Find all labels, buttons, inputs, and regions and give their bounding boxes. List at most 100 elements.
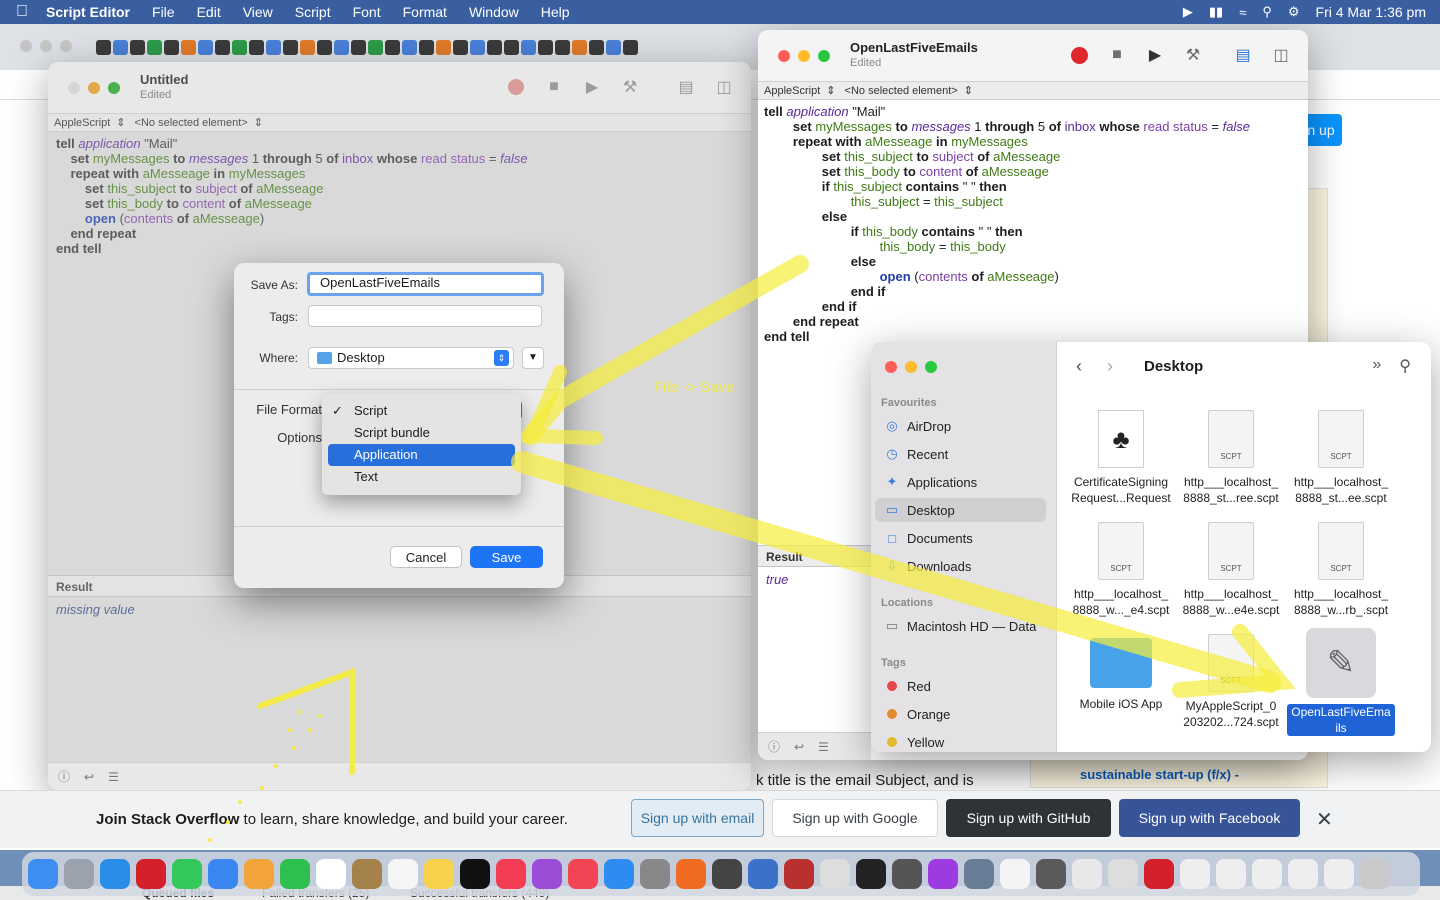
- tab-favicon[interactable]: [419, 39, 434, 55]
- trash-dock-icon[interactable]: [1360, 859, 1390, 889]
- tv-dock-icon[interactable]: [460, 859, 490, 889]
- tab-favicon[interactable]: [538, 39, 553, 55]
- file-item[interactable]: SCPT http___localhost_ 8888_st...ree.scpt: [1177, 410, 1285, 506]
- tab-favicon[interactable]: [385, 39, 400, 55]
- editor-dock-icon[interactable]: [748, 859, 778, 889]
- element-selector[interactable]: <No selected element>: [135, 117, 248, 129]
- tab-favicon[interactable]: [198, 39, 213, 55]
- mail-dock-icon[interactable]: [208, 859, 238, 889]
- zoom-icon[interactable]: [925, 361, 937, 373]
- format-option-script[interactable]: ✓ Script: [328, 400, 515, 422]
- tab-favicon[interactable]: [215, 39, 230, 55]
- format-option-text[interactable]: Text: [328, 466, 515, 488]
- tab-favicon[interactable]: [266, 39, 281, 55]
- safari-dock-icon[interactable]: [100, 859, 130, 889]
- control-center-icon[interactable]: ⚙: [1288, 4, 1300, 20]
- minimize-icon[interactable]: [905, 361, 917, 373]
- close-icon[interactable]: [778, 50, 790, 62]
- screenshot-stack-dock-icon[interactable]: [1216, 859, 1246, 889]
- signup-github-button[interactable]: Sign up with GitHub: [946, 799, 1111, 837]
- save-button[interactable]: Save: [470, 546, 543, 568]
- downloads-stack-dock-icon[interactable]: [1180, 859, 1210, 889]
- compile-icon[interactable]: ⚒: [1182, 44, 1204, 66]
- search-icon[interactable]: ⚲: [1262, 4, 1272, 20]
- minimize-icon[interactable]: [798, 50, 810, 62]
- script-editor-text[interactable]: tell application "Mail" set myMessages t…: [758, 100, 1308, 348]
- stop-icon[interactable]: ■: [1106, 44, 1128, 66]
- file-item[interactable]: SCPT http___localhost_ 8888_w..._e4.scpt: [1067, 522, 1175, 618]
- file-item[interactable]: SCPT MyAppleScript_0 203202...724.scpt: [1177, 634, 1285, 730]
- signup-email-button[interactable]: Sign up with email: [631, 799, 764, 837]
- tab-favicon[interactable]: [232, 39, 247, 55]
- tab-favicon[interactable]: [300, 39, 315, 55]
- element-selector[interactable]: <No selected element>: [845, 85, 958, 97]
- tab-favicon[interactable]: [470, 39, 485, 55]
- apple-icon[interactable]: : [0, 3, 44, 21]
- file-item[interactable]: ♣ CertificateSigning Request...Request: [1067, 410, 1175, 506]
- stack-dock-icon[interactable]: [1288, 859, 1318, 889]
- tab-favicon[interactable]: [113, 39, 128, 55]
- tab-favicon[interactable]: [504, 39, 519, 55]
- messages-dock-icon[interactable]: [172, 859, 202, 889]
- finder-dock-icon[interactable]: [28, 859, 58, 889]
- preview-dock-icon[interactable]: [964, 859, 994, 889]
- tab-favicon[interactable]: [334, 39, 349, 55]
- facetime-dock-icon[interactable]: [280, 859, 310, 889]
- sidebar-item-documents[interactable]: □ Documents: [885, 526, 1045, 550]
- file-item[interactable]: SCPT http___localhost_ 8888_w...e4e.scpt: [1177, 522, 1285, 618]
- menu-script[interactable]: Script: [284, 4, 342, 20]
- github-dock-icon[interactable]: [892, 859, 922, 889]
- tab-favicon[interactable]: [351, 39, 366, 55]
- close-icon[interactable]: [68, 82, 80, 94]
- firefox-dock-icon[interactable]: [676, 859, 706, 889]
- play-status-icon[interactable]: ▶: [1183, 4, 1193, 20]
- reminders-dock-icon[interactable]: [388, 859, 418, 889]
- documents-stack-dock-icon[interactable]: [1252, 859, 1282, 889]
- sidebar-tag-orange[interactable]: Orange: [885, 702, 1045, 726]
- tab-favicon[interactable]: [249, 39, 264, 55]
- log-pane-icon[interactable]: ▤: [1232, 44, 1254, 66]
- menu-help[interactable]: Help: [530, 4, 581, 20]
- tab-favicon[interactable]: [317, 39, 332, 55]
- filezilla-dock-icon[interactable]: [784, 859, 814, 889]
- sidebar-item-recent[interactable]: ◷ Recent: [885, 442, 1045, 466]
- tab-favicon[interactable]: [181, 39, 196, 55]
- info-icon[interactable]: ⓘ: [58, 768, 70, 785]
- where-popup[interactable]: Desktop ⇕: [308, 347, 514, 369]
- file-item[interactable]: SCPT http___localhost_ 8888_st...ee.scpt: [1287, 410, 1395, 506]
- terminal-dock-icon[interactable]: [856, 859, 886, 889]
- opera-dock-icon[interactable]: [136, 859, 166, 889]
- menu-window[interactable]: Window: [458, 4, 530, 20]
- tab-favicon[interactable]: [283, 39, 298, 55]
- tab-favicon[interactable]: [96, 39, 111, 55]
- gimp-dock-icon[interactable]: [1036, 859, 1066, 889]
- tab-favicon[interactable]: [521, 39, 536, 55]
- music-dock-icon[interactable]: [496, 859, 526, 889]
- cancel-button[interactable]: Cancel: [390, 546, 462, 568]
- menu-font[interactable]: Font: [342, 4, 392, 20]
- format-option-script-bundle[interactable]: Script bundle: [328, 422, 515, 444]
- wifi-icon[interactable]: ≈: [1239, 5, 1246, 20]
- script-editor-dock-icon[interactable]: [1108, 859, 1138, 889]
- list-icon[interactable]: ☰: [818, 740, 829, 754]
- run-icon[interactable]: ▶: [1144, 44, 1166, 66]
- signup-google-button[interactable]: Sign up with Google: [772, 799, 938, 837]
- save-as-field[interactable]: OpenLastFiveEmails: [307, 272, 544, 296]
- language-selector[interactable]: AppleScript: [764, 85, 820, 97]
- tab-favicon[interactable]: [453, 39, 468, 55]
- tab-favicon[interactable]: [164, 39, 179, 55]
- back-icon[interactable]: ‹: [1076, 356, 1082, 376]
- sidebar-toggle-icon[interactable]: ◫: [713, 76, 735, 98]
- more-icon[interactable]: »: [1372, 356, 1381, 376]
- tab-favicon[interactable]: [402, 39, 417, 55]
- tab-favicon[interactable]: [623, 39, 638, 55]
- search-icon[interactable]: ⚲: [1399, 356, 1411, 376]
- zoom-icon[interactable]: [818, 50, 830, 62]
- menu-view[interactable]: View: [232, 4, 284, 20]
- news-dock-icon[interactable]: [568, 859, 598, 889]
- notes-dock-icon[interactable]: [424, 859, 454, 889]
- settings-dock-icon[interactable]: [640, 859, 670, 889]
- file-item-selected[interactable]: ✎ OpenLastFiveEma ils: [1287, 628, 1395, 736]
- bbedit-dock-icon[interactable]: [820, 859, 850, 889]
- tab-favicon[interactable]: [572, 39, 587, 55]
